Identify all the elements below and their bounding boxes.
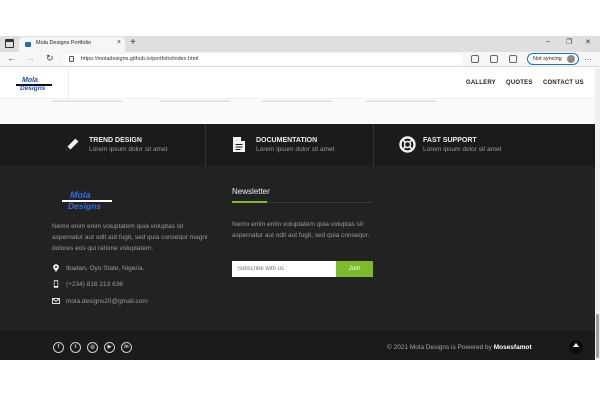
nav-contact-us[interactable]: CONTACT US: [543, 80, 584, 86]
header-divider: [68, 68, 69, 99]
footer-logo[interactable]: Mola Designs: [62, 190, 112, 211]
lifebuoy-icon: [399, 136, 416, 153]
contact-phone: (+234) 816 213 638: [52, 280, 222, 290]
url-text[interactable]: https://moladesigns.github.io/portfolio/…: [81, 56, 198, 62]
facebook-icon[interactable]: f: [53, 342, 64, 353]
feature-documentation: DOCUMENTATION Lorem ipsum dolor sit amet: [206, 124, 373, 166]
feature-fast-support: FAST SUPPORT Lorem ipsum dolor sit amet: [374, 124, 595, 166]
sync-label: Not syncing: [533, 56, 562, 62]
logo-text-top: Mola: [70, 190, 91, 200]
feature-text: Lorem ipsum dolor sit amet: [256, 146, 335, 153]
site-header: Mola Designs GALLERY QUOTES CONTACT US: [0, 68, 595, 99]
newsletter-title: Newsletter: [232, 187, 270, 196]
feature-trend-design: TREND DESIGN Lorem ipsum dolor sit amet: [0, 124, 205, 166]
copyright-author-link[interactable]: Mosesfamot: [494, 344, 532, 351]
favicon-icon: [25, 42, 31, 47]
card-shadow: [262, 100, 332, 102]
envelope-icon: [52, 298, 60, 304]
phone-icon: [53, 280, 59, 288]
location-pin-icon: [53, 264, 59, 272]
copyright-text: © 2021 Mola Designs is Powered by Mosesf…: [387, 344, 532, 351]
page-scrollbar[interactable]: [595, 68, 600, 360]
footer-about-text: Nemo enim enim voluptatem quia voluptas …: [52, 223, 208, 252]
card-shadow: [52, 100, 122, 102]
feature-title: FAST SUPPORT: [423, 137, 477, 144]
arrow-up-icon: [573, 343, 579, 347]
favorites-add-icon[interactable]: [471, 55, 479, 63]
restore-button[interactable]: ❐: [566, 38, 572, 46]
feature-title: DOCUMENTATION: [256, 137, 318, 144]
back-to-top-button[interactable]: [569, 340, 583, 354]
copyright-prefix: © 2021 Mola Designs is Powered by: [387, 344, 494, 351]
browser-window: Mola Designs Portfolio × + – ❐ ✕ ← → ↻ h…: [0, 0, 600, 400]
feature-text: Lorem ipsum dolor sit amet: [89, 146, 168, 153]
nav-quotes[interactable]: QUOTES: [506, 80, 533, 86]
join-button[interactable]: Join: [336, 261, 373, 277]
subscribe-email-input[interactable]: [232, 261, 336, 277]
newsletter-accent-bar: [232, 201, 267, 203]
tab-title: Mola Designs Portfolio: [36, 40, 92, 46]
site-logo[interactable]: Mola Designs: [16, 77, 52, 92]
collections-icon[interactable]: [509, 55, 517, 63]
feature-text: Lorem ipsum dolor sit amet: [423, 146, 502, 153]
contact-email: mola.designs20@gmail.com: [52, 297, 222, 307]
bottom-bar: f t ◎ ▶ in © 2021 Mola Designs is Powere…: [0, 331, 595, 360]
footer: Mola Designs Nemo enim enim voluptatem q…: [0, 166, 595, 331]
lock-icon[interactable]: [69, 56, 74, 62]
instagram-icon[interactable]: ◎: [87, 342, 98, 353]
newsletter-text: Nemo enim enim voluptatem quia voluptas …: [232, 221, 370, 239]
twitter-icon[interactable]: t: [70, 342, 81, 353]
card-shadow: [366, 100, 436, 102]
feature-title: TREND DESIGN: [89, 137, 142, 144]
more-menu-button[interactable]: …: [584, 53, 593, 62]
address-bar-row: ← → ↻ https://moladesigns.github.io/port…: [0, 52, 600, 67]
youtube-icon[interactable]: ▶: [104, 342, 115, 353]
instagram-glyph: ◎: [90, 344, 95, 350]
forward-button[interactable]: →: [26, 53, 35, 63]
tab-close-icon[interactable]: ×: [117, 39, 121, 46]
youtube-glyph: ▶: [107, 344, 112, 350]
refresh-button[interactable]: ↻: [46, 53, 54, 64]
url-field[interactable]: https://moladesigns.github.io/portfolio/…: [63, 54, 463, 65]
card-shadow: [160, 100, 230, 102]
address-text: Ibadan, Oyo State, Nigeria.: [66, 265, 145, 272]
twitter-glyph: t: [74, 344, 77, 350]
contact-address: Ibadan, Oyo State, Nigeria.: [52, 264, 222, 274]
scrollbar-thumb[interactable]: [596, 314, 599, 358]
new-tab-button[interactable]: +: [130, 37, 136, 48]
email-text[interactable]: mola.designs20@gmail.com: [66, 298, 148, 305]
pen-icon: [66, 136, 80, 151]
window-menu-icon[interactable]: [5, 39, 14, 48]
logo-text-bottom: Designs: [20, 85, 46, 92]
minimize-button[interactable]: –: [546, 38, 550, 45]
document-icon: [233, 137, 245, 152]
linkedin-icon[interactable]: in: [121, 342, 132, 353]
facebook-glyph: f: [57, 344, 60, 350]
nav-gallery[interactable]: GALLERY: [466, 80, 496, 86]
logo-text-top: Mola: [22, 77, 38, 84]
features-band: TREND DESIGN Lorem ipsum dolor sit amet …: [0, 124, 595, 166]
content-strip: [0, 100, 595, 124]
close-window-button[interactable]: ✕: [585, 38, 591, 46]
tab-bar: Mola Designs Portfolio × + – ❐ ✕: [0, 36, 600, 52]
avatar: [567, 55, 575, 63]
back-button[interactable]: ←: [7, 53, 16, 63]
phone-text[interactable]: (+234) 816 213 638: [66, 281, 123, 288]
profile-sync-button[interactable]: Not syncing: [527, 53, 579, 65]
logo-text-bottom: Designs: [68, 201, 102, 211]
linkedin-glyph: in: [124, 344, 129, 350]
browser-tab[interactable]: Mola Designs Portfolio ×: [19, 37, 125, 52]
favorites-icon[interactable]: [490, 55, 498, 63]
